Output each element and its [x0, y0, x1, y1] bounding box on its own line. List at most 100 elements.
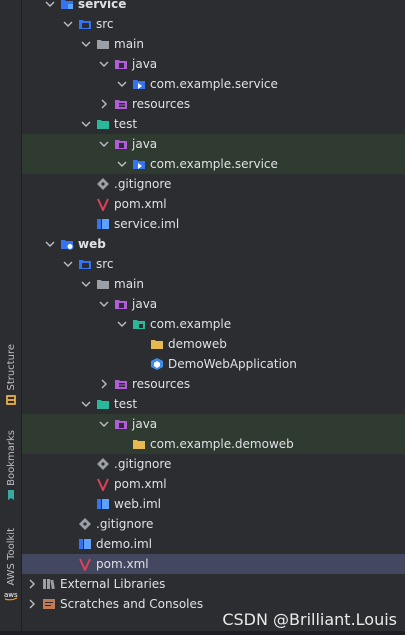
chevron-down-icon[interactable]	[116, 314, 128, 334]
resources-root-icon	[114, 377, 128, 391]
gitignore-icon	[96, 177, 110, 191]
chevron-down-icon[interactable]	[62, 14, 74, 34]
tree-row[interactable]: resources	[22, 374, 405, 394]
tree-row[interactable]: service.iml	[22, 214, 405, 234]
tree-row[interactable]: service	[22, 0, 405, 14]
tree-row[interactable]: main	[22, 34, 405, 54]
bookmarks-tab[interactable]: Bookmarks	[0, 430, 22, 501]
tree-row[interactable]: com.example.demoweb	[22, 434, 405, 454]
gitignore-icon	[96, 457, 110, 471]
chevron-down-icon[interactable]	[80, 274, 92, 294]
tree-row-label: main	[114, 277, 144, 291]
tree-row-label: pom.xml	[114, 477, 167, 491]
tree-row-label: main	[114, 37, 144, 51]
tree-row[interactable]: demoweb	[22, 334, 405, 354]
chevron-down-icon[interactable]	[44, 234, 56, 254]
tree-row-label: .gitignore	[96, 517, 154, 531]
bottom-tool-bar	[0, 631, 405, 635]
tree-row[interactable]: com.example.service	[22, 154, 405, 174]
tree-row[interactable]: .gitignore	[22, 514, 405, 534]
tree-row-label: External Libraries	[60, 577, 166, 591]
tree-row[interactable]: com.example.service	[22, 74, 405, 94]
tree-row[interactable]: java	[22, 294, 405, 314]
tree-row[interactable]: com.example	[22, 314, 405, 334]
java-source-root-icon	[114, 57, 128, 71]
tree-row[interactable]: src	[22, 254, 405, 274]
tree-row[interactable]: .gitignore	[22, 174, 405, 194]
maven-icon	[78, 557, 92, 573]
tree-row[interactable]: .gitignore	[22, 454, 405, 474]
tree-row[interactable]: pom.xml	[22, 554, 405, 574]
gitignore-icon	[78, 517, 92, 531]
chevron-down-icon[interactable]	[62, 254, 74, 274]
tree-row-label: .gitignore	[114, 457, 172, 471]
chevron-down-icon[interactable]	[44, 0, 56, 14]
tree-row[interactable]: main	[22, 274, 405, 294]
chevron-down-icon[interactable]	[116, 154, 128, 174]
chevron-down-icon[interactable]	[98, 54, 110, 74]
chevron-right-icon[interactable]	[26, 594, 38, 614]
bookmark-icon	[8, 489, 14, 500]
web-module-icon	[60, 237, 74, 251]
tree-row-label: java	[132, 57, 158, 71]
structure-icon	[6, 394, 16, 405]
folder-icon	[96, 277, 110, 291]
plain-folder-icon	[132, 437, 146, 451]
tree-row-label: pom.xml	[114, 197, 167, 211]
chevron-down-icon[interactable]	[80, 394, 92, 414]
java-source-root-icon	[114, 417, 128, 431]
tree-row-label: src	[96, 257, 114, 271]
tree-row[interactable]: java	[22, 414, 405, 434]
chevron-right-icon[interactable]	[98, 94, 110, 114]
iml-icon	[96, 497, 110, 511]
tree-row-label: demo.iml	[96, 537, 152, 551]
tree-row-label: com.example.service	[150, 77, 278, 91]
tree-row[interactable]: web.iml	[22, 494, 405, 514]
aws-toolkit-tab[interactable]: AWS Toolkit aws	[0, 528, 22, 601]
tree-row[interactable]: pom.xml	[22, 474, 405, 494]
chevron-down-icon[interactable]	[98, 414, 110, 434]
package-icon	[132, 77, 146, 91]
tree-row[interactable]: resources	[22, 94, 405, 114]
tree-row[interactable]: External Libraries	[22, 574, 405, 594]
iml-icon	[78, 537, 92, 551]
tree-row[interactable]: web	[22, 234, 405, 254]
left-tool-strip: Structure Bookmarks AWS Toolkit aws	[0, 0, 22, 635]
tree-row-label: java	[132, 297, 158, 311]
aws-icon: aws	[4, 591, 18, 601]
tree-row[interactable]: DemoWebApplication	[22, 354, 405, 374]
maven-icon	[96, 477, 110, 493]
tree-row[interactable]: pom.xml	[22, 194, 405, 214]
chevron-down-icon[interactable]	[98, 134, 110, 154]
structure-tab[interactable]: Structure	[0, 344, 22, 406]
tree-row[interactable]: java	[22, 134, 405, 154]
spring-class-icon	[150, 357, 164, 371]
tree-row-label: test	[114, 397, 138, 411]
source-folder-icon	[78, 17, 92, 31]
svg-text:aws: aws	[4, 591, 18, 599]
tree-row[interactable]: test	[22, 114, 405, 134]
source-folder-icon	[78, 257, 92, 271]
tree-row-label: demoweb	[168, 337, 227, 351]
tree-row-label: web	[78, 237, 106, 251]
watermark: CSDN @Brilliant.Louis	[222, 610, 397, 629]
chevron-down-icon[interactable]	[116, 74, 128, 94]
chevron-down-icon[interactable]	[80, 114, 92, 134]
tree-row-label: java	[132, 417, 158, 431]
tree-row-label: com.example	[150, 317, 232, 331]
tree-row[interactable]: test	[22, 394, 405, 414]
chevron-right-icon[interactable]	[26, 574, 38, 594]
tree-row[interactable]: java	[22, 54, 405, 74]
module-folder-icon	[60, 0, 74, 11]
tree-row-label: resources	[132, 97, 191, 111]
tree-row-label: web.iml	[114, 497, 161, 511]
chevron-right-icon[interactable]	[98, 374, 110, 394]
chevron-down-icon[interactable]	[98, 294, 110, 314]
chevron-down-icon[interactable]	[80, 34, 92, 54]
tree-row-label: test	[114, 117, 138, 131]
tree-row[interactable]: src	[22, 14, 405, 34]
tree-row-label: com.example.service	[150, 157, 278, 171]
maven-icon	[96, 197, 110, 213]
tree-row[interactable]: demo.iml	[22, 534, 405, 554]
iml-icon	[96, 217, 110, 231]
